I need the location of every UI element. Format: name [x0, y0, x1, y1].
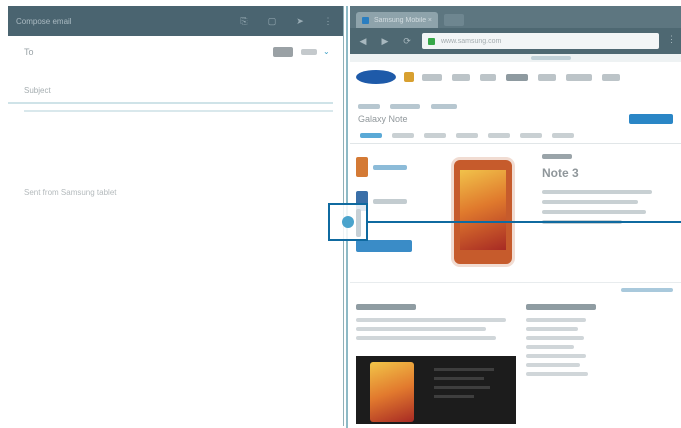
features-line [356, 318, 506, 322]
caption-line [434, 368, 494, 371]
url-text: www.samsung.com [441, 37, 502, 45]
phone-screen [460, 170, 506, 250]
product-headline: Note 3 [542, 166, 579, 180]
editor-toolbar-line [24, 110, 333, 112]
product-kicker [542, 154, 572, 159]
spec-line [526, 372, 588, 376]
forward-icon[interactable]: ▶ [378, 34, 392, 48]
nav-item[interactable] [602, 73, 620, 81]
nav-item[interactable] [480, 73, 496, 81]
caption-line [434, 395, 474, 398]
browser-tab[interactable]: Samsung Mobile × [356, 12, 438, 28]
to-label: To [24, 47, 34, 57]
caption-line [434, 386, 490, 389]
save-icon[interactable]: ▢ [265, 14, 279, 28]
contacts-button[interactable] [273, 47, 293, 57]
breadcrumb-item[interactable] [358, 104, 380, 109]
features-line [356, 327, 486, 331]
specs-column [526, 304, 676, 381]
breadcrumb [350, 92, 681, 110]
nav-item[interactable] [422, 73, 442, 81]
email-toolbar: Compose email ⎘ ▢ ➤ ⋮ [8, 6, 343, 36]
video-caption [434, 368, 504, 404]
specs-title [526, 304, 596, 310]
cc-bcc-toggle[interactable] [301, 49, 317, 55]
handle-dot-icon [342, 216, 354, 228]
see-more-link[interactable] [621, 288, 673, 292]
subtab[interactable] [488, 133, 510, 138]
nav-item[interactable] [538, 73, 556, 81]
product-name: Galaxy Note [358, 114, 408, 124]
spec-line [526, 363, 580, 367]
subtab[interactable] [552, 133, 574, 138]
video-thumbnail [370, 362, 414, 422]
buy-button[interactable] [629, 114, 673, 124]
browser-menu-icon[interactable]: ⋮ [667, 34, 676, 48]
favicon-icon [362, 16, 369, 24]
split-handle[interactable] [328, 203, 368, 241]
spec-line [526, 345, 574, 349]
subject-label: Subject [24, 86, 51, 95]
spec-line [526, 327, 578, 331]
email-title: Compose email [16, 16, 72, 26]
spec-line [526, 318, 586, 322]
brand-logo[interactable] [356, 70, 396, 84]
thumb-label [373, 198, 407, 204]
hero-separator [350, 282, 681, 283]
attach-icon[interactable]: ⎘ [237, 14, 251, 28]
nav-item[interactable] [566, 73, 592, 81]
handle-bar [356, 209, 361, 237]
subtab[interactable] [520, 133, 542, 138]
secure-icon [428, 37, 435, 45]
subtab[interactable] [424, 133, 446, 138]
nav-item[interactable] [452, 73, 470, 81]
product-hero: Note 3 [350, 144, 681, 292]
product-details [350, 304, 681, 428]
features-column [356, 304, 516, 345]
color-thumb[interactable] [356, 154, 416, 180]
product-image [454, 160, 512, 264]
to-field[interactable]: To ⌄ [8, 36, 343, 68]
product-subtabs [350, 128, 681, 144]
thumb-image [356, 157, 368, 177]
close-icon[interactable]: × [428, 17, 432, 24]
breadcrumb-item[interactable] [430, 104, 457, 109]
product-title-block: Note 3 [542, 154, 662, 230]
new-tab-button[interactable] [444, 14, 464, 26]
split-screen: Compose email ⎘ ▢ ➤ ⋮ To ⌄ Subject Sent … [0, 0, 681, 428]
browser-pane: Samsung Mobile × ◀ ▶ ⟳ www.samsung.com ⋮ [350, 6, 681, 428]
spec-line [526, 354, 586, 358]
features-line [356, 336, 496, 340]
chevron-down-icon[interactable]: ⌄ [323, 48, 333, 56]
gallery-button[interactable] [356, 240, 412, 252]
refresh-icon[interactable]: ⟳ [400, 34, 414, 48]
product-icon[interactable] [404, 72, 414, 82]
product-desc-line [542, 210, 646, 214]
site-nav [350, 62, 681, 92]
product-desc-line [542, 200, 638, 204]
url-input[interactable]: www.samsung.com [422, 33, 659, 49]
video-player[interactable] [356, 356, 516, 424]
email-signature[interactable]: Sent from Samsung tablet [24, 188, 117, 197]
thumb-label [373, 164, 407, 170]
send-icon[interactable]: ➤ [293, 14, 307, 28]
callout-line [368, 221, 681, 223]
browser-urlbar: ◀ ▶ ⟳ www.samsung.com ⋮ [350, 28, 681, 54]
site-top-bar [350, 54, 681, 62]
subtab-active[interactable] [360, 133, 382, 138]
subtab[interactable] [456, 133, 478, 138]
subject-field[interactable]: Subject [8, 68, 333, 104]
back-icon[interactable]: ◀ [356, 34, 370, 48]
breadcrumb-item[interactable] [390, 104, 421, 109]
caption-line [434, 377, 484, 380]
tab-title: Samsung Mobile [374, 16, 427, 24]
more-icon[interactable]: ⋮ [321, 14, 335, 28]
features-title [356, 304, 416, 310]
browser-tabbar: Samsung Mobile × [350, 6, 681, 28]
subtab[interactable] [392, 133, 414, 138]
product-desc-line [542, 190, 652, 194]
email-compose-pane: Compose email ⎘ ▢ ➤ ⋮ To ⌄ Subject Sent … [8, 6, 344, 426]
spec-line [526, 336, 584, 340]
nav-item-active[interactable] [506, 73, 528, 81]
